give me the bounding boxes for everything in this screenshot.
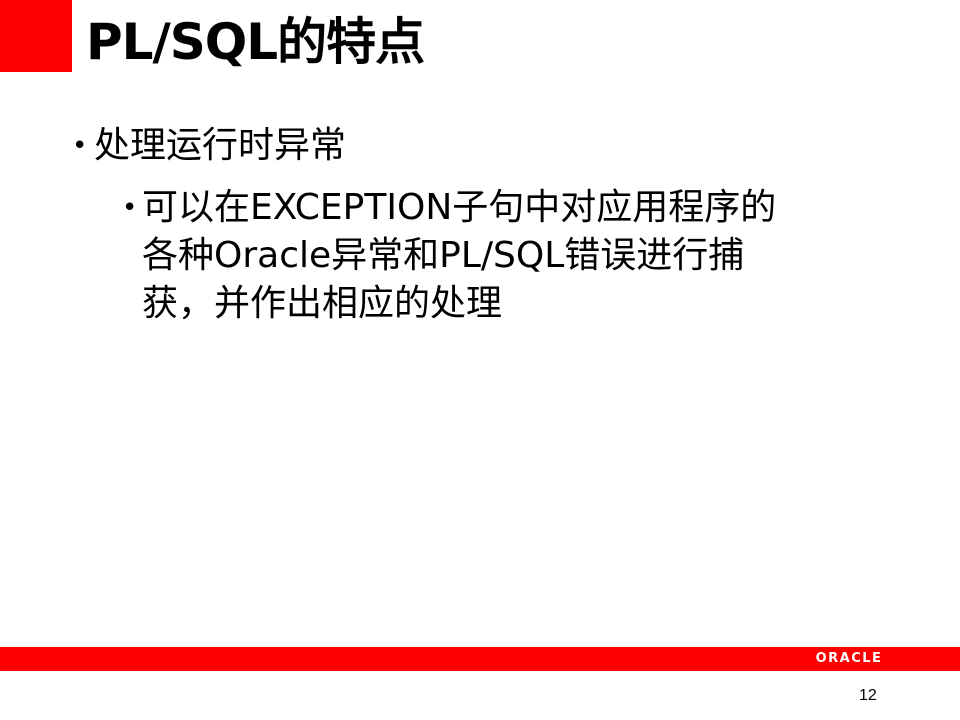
page-number: 12 (859, 687, 877, 704)
bullet-level-2-line: 可以在EXCEPTION子句中对应用程序的 (142, 187, 777, 228)
slide: PL/SQL的特点 • 处理运行时异常 • 可以在EXCEPTION子句中对应用… (0, 0, 960, 720)
title-accent-block (0, 0, 72, 72)
bullet-dot-icon: • (72, 131, 88, 161)
bullet-level-2-text: 可以在EXCEPTION子句中对应用程序的 各种Oracle异常和PL/SQL错… (142, 184, 912, 328)
oracle-logo: ORACLE (800, 652, 898, 666)
bullet-level-2: • 可以在EXCEPTION子句中对应用程序的 各种Oracle异常和PL/SQ… (122, 184, 912, 328)
oracle-logo-text: ORACLE (815, 651, 883, 666)
bullet-level-2-line: 获，并作出相应的处理 (142, 283, 503, 324)
bullet-level-2-line: 各种Oracle异常和PL/SQL错误进行捕 (142, 235, 745, 276)
bullet-level-1-text: 处理运行时异常 (94, 125, 347, 166)
slide-title: PL/SQL的特点 (86, 13, 425, 71)
bullet-dot-icon: • (122, 193, 138, 223)
